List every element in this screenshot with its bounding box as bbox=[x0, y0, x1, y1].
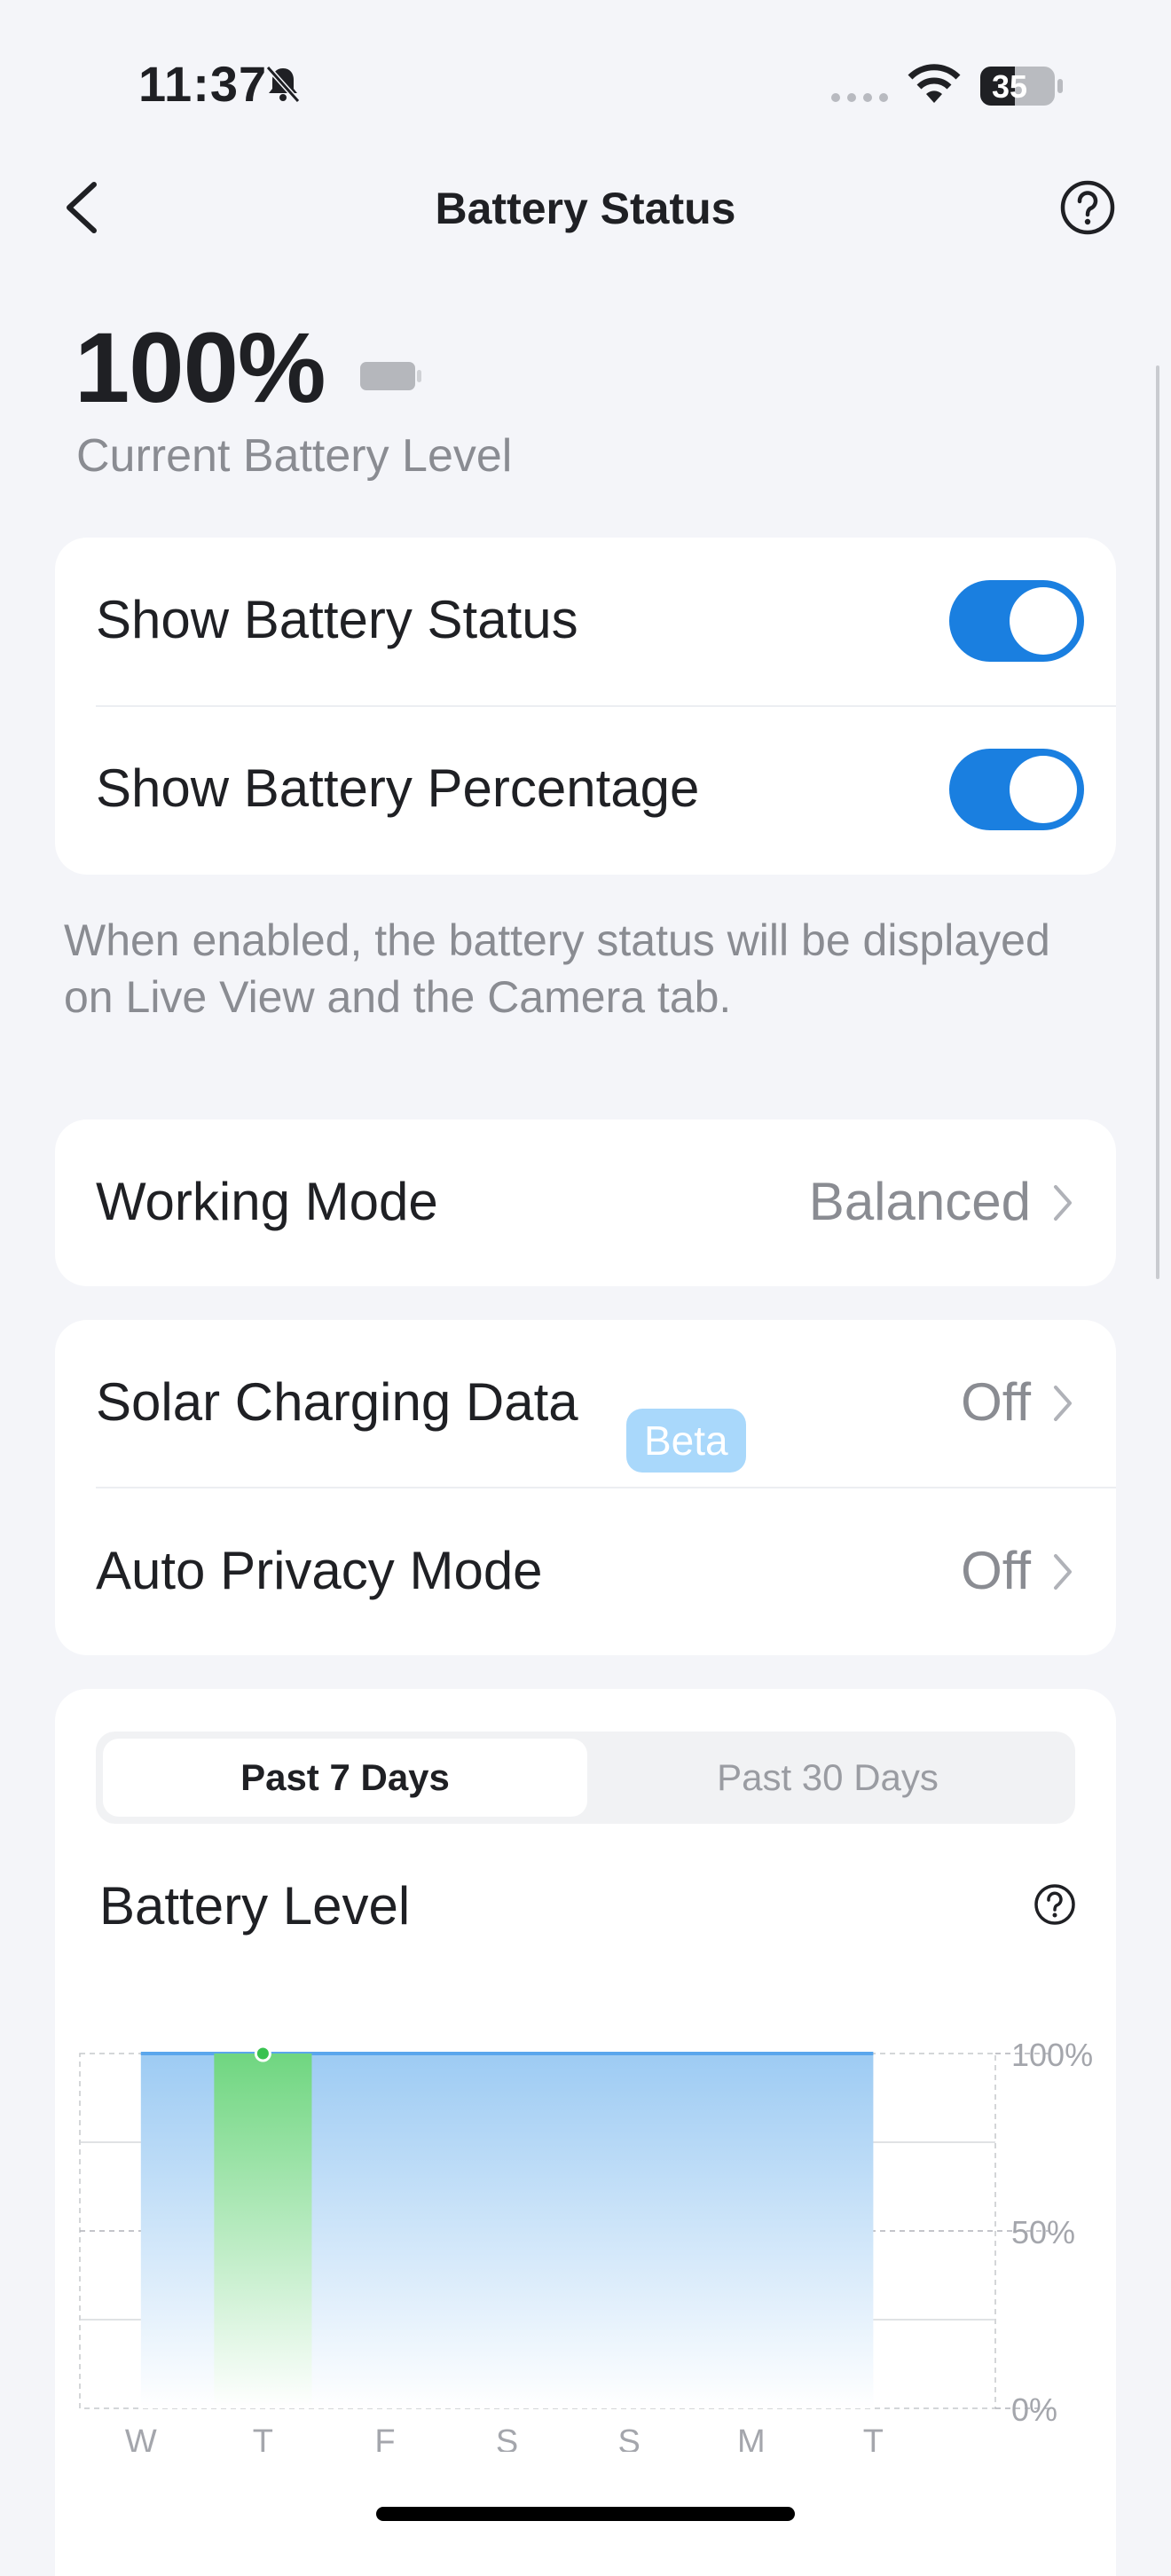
solar-charging-label: Solar Charging Data bbox=[96, 1372, 578, 1432]
x-tick-label: T bbox=[253, 2423, 273, 2452]
y-tick-label: 0% bbox=[1011, 2391, 1057, 2428]
chevron-right-icon bbox=[1054, 1185, 1072, 1221]
solar-charging-row[interactable]: Solar Charging Data Beta Off bbox=[55, 1320, 1116, 1487]
advanced-settings-card: Solar Charging Data Beta Off Auto Privac… bbox=[55, 1320, 1116, 1655]
chevron-right-icon bbox=[1054, 1554, 1072, 1590]
page-title: Battery Status bbox=[435, 184, 736, 233]
working-mode-label: Working Mode bbox=[96, 1172, 438, 1231]
battery-history-card: Past 7 Days Past 30 Days Battery Level 1… bbox=[55, 1689, 1116, 2576]
wifi-icon bbox=[908, 64, 961, 103]
battery-icon bbox=[360, 362, 421, 390]
x-tick-label: S bbox=[618, 2423, 641, 2452]
status-time: 11:37 bbox=[138, 56, 268, 112]
display-settings-note: When enabled, the battery status will be… bbox=[64, 915, 1050, 1022]
x-tick-label: S bbox=[496, 2423, 518, 2452]
auto-privacy-value: Off bbox=[961, 1541, 1031, 1600]
show-battery-status-label: Show Battery Status bbox=[96, 590, 578, 649]
auto-privacy-label: Auto Privacy Mode bbox=[96, 1541, 543, 1600]
battery-level-chart: 100% 50% 0% W T F S S M T bbox=[79, 2037, 1093, 2452]
help-icon[interactable] bbox=[1059, 179, 1116, 236]
x-tick-label: F bbox=[374, 2423, 395, 2452]
scroll-indicator[interactable] bbox=[1156, 365, 1159, 1279]
battery-percent: 100% bbox=[75, 312, 326, 423]
charging-point bbox=[254, 2045, 271, 2062]
charging-segment bbox=[214, 2054, 312, 2408]
show-battery-status-toggle[interactable] bbox=[949, 580, 1084, 662]
auto-privacy-row[interactable]: Auto Privacy Mode Off bbox=[55, 1488, 1116, 1655]
working-mode-row[interactable]: Working Mode Balanced bbox=[55, 1119, 1116, 1286]
x-tick-label: T bbox=[863, 2423, 884, 2452]
show-battery-percentage-toggle[interactable] bbox=[949, 749, 1084, 830]
chevron-right-icon bbox=[1054, 1386, 1072, 1421]
cellular-signal-icon bbox=[831, 93, 888, 102]
home-indicator[interactable] bbox=[376, 2507, 795, 2521]
toggle-knob bbox=[1010, 756, 1077, 823]
divider bbox=[96, 705, 1116, 707]
bell-muted-icon bbox=[265, 65, 301, 104]
battery-level-caption: Current Battery Level bbox=[76, 430, 513, 482]
toggle-knob bbox=[1010, 587, 1077, 655]
working-mode-value: Balanced bbox=[808, 1172, 1031, 1231]
x-tick-label: M bbox=[737, 2423, 766, 2452]
x-tick-label: W bbox=[125, 2423, 157, 2452]
y-tick-label: 100% bbox=[1011, 2037, 1093, 2073]
show-battery-percentage-label: Show Battery Percentage bbox=[96, 758, 700, 818]
display-settings-card: Show Battery Status Show Battery Percent… bbox=[55, 538, 1116, 875]
status-battery-icon: 35 bbox=[979, 66, 1065, 106]
beta-badge: Beta bbox=[626, 1409, 746, 1473]
y-tick-label: 50% bbox=[1011, 2214, 1075, 2250]
status-battery-level: 35 bbox=[992, 68, 1028, 105]
solar-charging-value: Off bbox=[961, 1372, 1031, 1432]
